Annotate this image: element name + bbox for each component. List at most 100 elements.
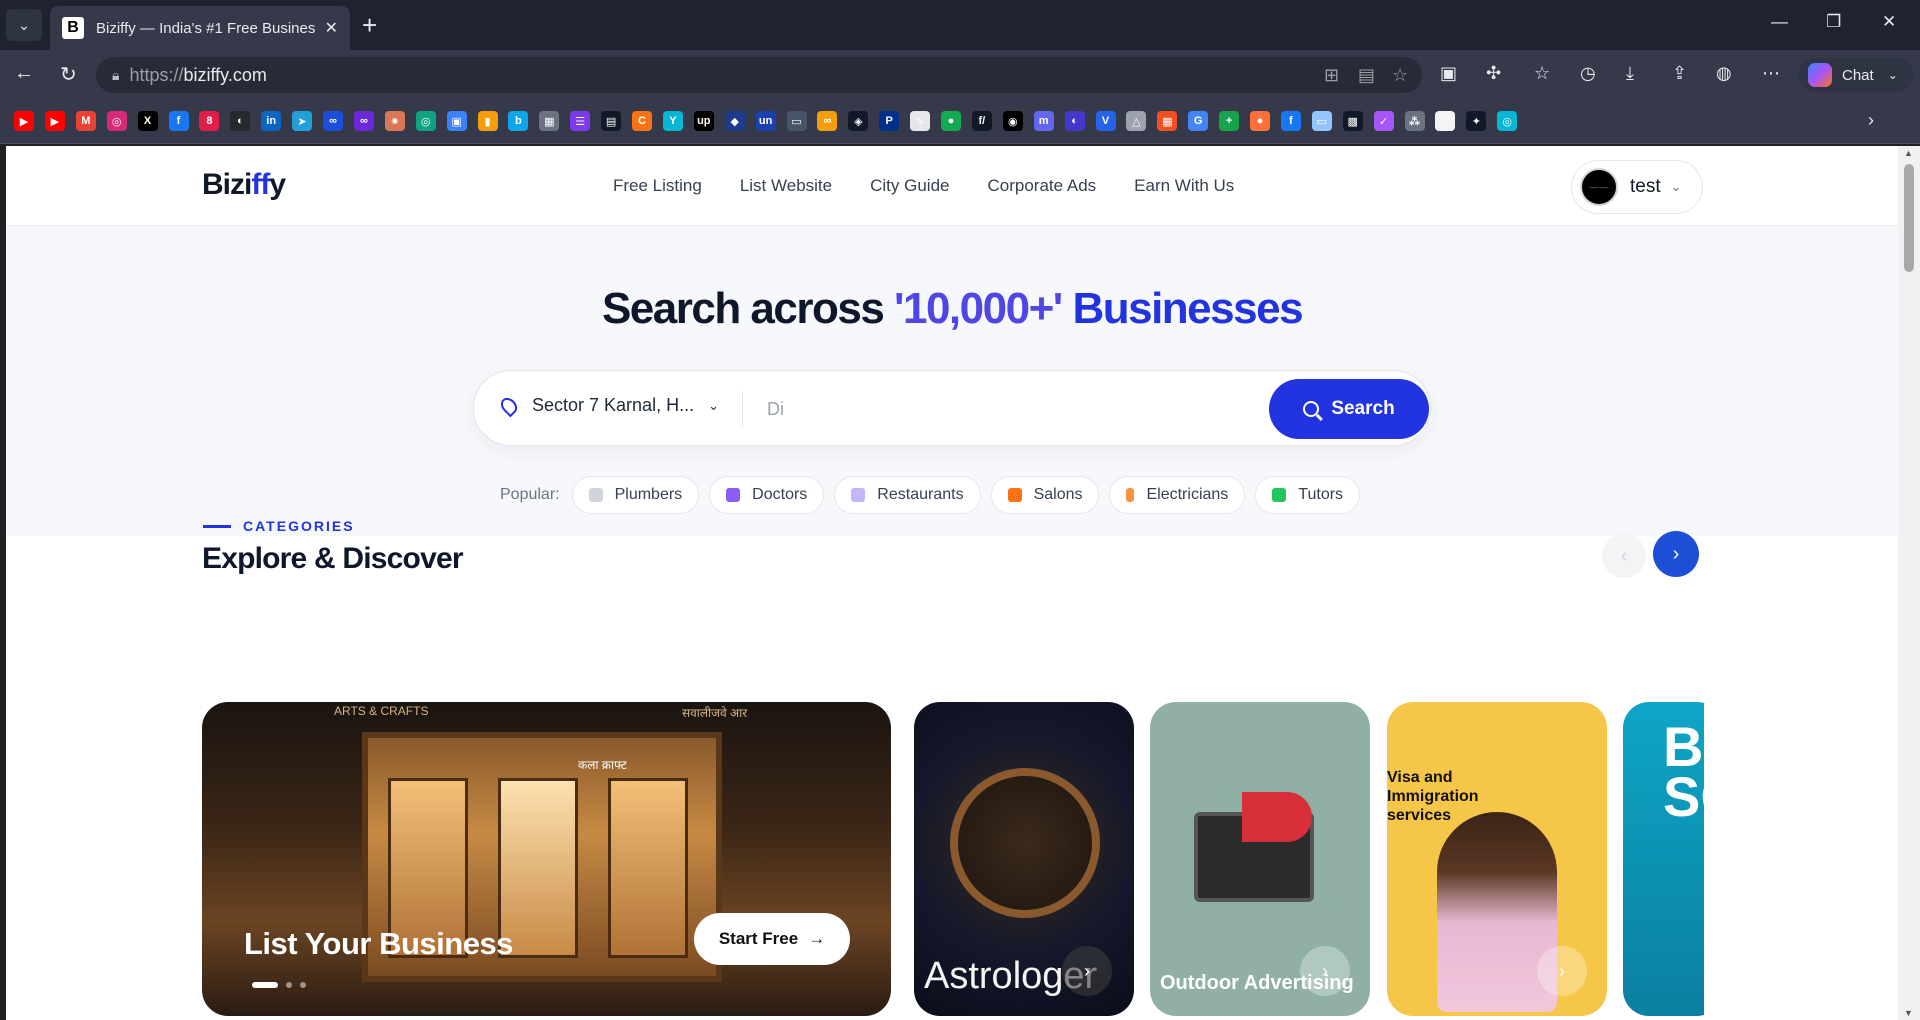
bookmark-icon[interactable]: △ [1435, 111, 1456, 131]
paypal-icon[interactable]: P [879, 111, 900, 131]
share-icon[interactable]: ⇪ [1672, 63, 1687, 84]
slide-dot[interactable] [300, 982, 306, 988]
location-selector[interactable]: Sector 7 Karnal, H... ⌄ [497, 394, 719, 417]
list-business-card[interactable]: कला क्राफ्ट ARTS & CRAFTS सवालीजवे आर Li… [202, 702, 891, 1016]
more-bookmarks-icon[interactable]: › [1868, 110, 1874, 131]
popular-chip-electricians[interactable]: Electricians [1109, 476, 1246, 514]
bookmark-icon[interactable]: ▩ [1342, 111, 1363, 131]
analytics-icon[interactable]: ▮ [477, 111, 498, 131]
bookmark-icon[interactable]: ✎ [910, 111, 931, 131]
instagram-icon[interactable]: ◎ [106, 111, 127, 131]
start-free-button[interactable]: Start Free → [694, 913, 850, 965]
bookmark-icon[interactable]: ▭ [1311, 111, 1332, 131]
search-button[interactable]: Search [1269, 379, 1429, 439]
carousel-prev-button[interactable]: ‹ [1602, 534, 1646, 578]
chevron-down-icon[interactable]: ⌄ [1888, 68, 1898, 82]
firefox-icon[interactable]: ● [1250, 111, 1270, 131]
copilot-chat-button[interactable]: Chat ⌄ [1798, 58, 1914, 92]
unstop-icon[interactable]: un [755, 111, 776, 131]
youtube-icon[interactable]: ▶ [14, 111, 34, 131]
facebook-icon[interactable]: f [1280, 111, 1301, 131]
bookmark-icon[interactable]: m [1033, 111, 1054, 131]
popular-chip-doctors[interactable]: Doctors [709, 476, 825, 514]
bookmark-icon[interactable]: ▦ [539, 111, 560, 131]
link-icon[interactable]: ∞ [353, 111, 374, 131]
bookmark-icon[interactable]: ◈ [848, 111, 869, 131]
extensions-puzzle-icon[interactable]: ✣ [1486, 63, 1501, 84]
google-icon[interactable]: G [1188, 111, 1209, 131]
category-card-partial[interactable]: BA SC [1623, 702, 1704, 1016]
bookmark-icon[interactable]: ∞ [817, 111, 838, 131]
biziffy-logo[interactable]: Biziffy [202, 168, 286, 202]
claude-icon[interactable]: ✷ [384, 111, 405, 131]
linkedin-icon[interactable]: in [261, 111, 282, 131]
bookmark-icon[interactable]: ✓ [1373, 111, 1394, 131]
more-options-icon[interactable]: ⋯ [1762, 63, 1780, 84]
page-scrollbar[interactable]: ▲ ▼ [1898, 146, 1920, 1020]
scroll-down-icon[interactable]: ▼ [1904, 1008, 1913, 1018]
scroll-up-icon[interactable]: ▲ [1904, 148, 1913, 158]
category-card-astrologer[interactable]: Astrologer › [914, 702, 1134, 1016]
popular-chip-tutors[interactable]: Tutors [1255, 476, 1361, 514]
bookmark-icon[interactable]: ◉ [1002, 111, 1023, 131]
telegram-icon[interactable]: ➤ [292, 111, 313, 131]
facebook-icon[interactable]: f [168, 111, 189, 131]
popular-chip-plumbers[interactable]: Plumbers [571, 476, 700, 514]
tab-actions-menu-icon[interactable]: ⌄ [6, 9, 42, 41]
chatgpt-icon[interactable]: ◎ [415, 111, 436, 131]
extension-icon[interactable]: ▣ [1440, 63, 1457, 84]
microsoft-icon[interactable]: ▦ [1157, 111, 1178, 131]
address-input[interactable]: 🔒︎ https:// biziffy.com ⊞ ▤ ☆ [96, 57, 1422, 93]
back-icon[interactable]: ← [14, 62, 34, 85]
refresh-icon[interactable]: ↻ [60, 62, 77, 87]
mongodb-icon[interactable]: ● [941, 111, 961, 131]
minimize-icon[interactable]: — [1771, 12, 1788, 32]
bookmark-icon[interactable]: ▭ [786, 111, 807, 131]
bookmark-icon[interactable]: ⁂ [1404, 111, 1425, 131]
bookmark-800-icon[interactable]: 8 [199, 111, 220, 131]
restore-icon[interactable]: ❐ [1826, 12, 1841, 32]
new-tab-icon[interactable]: + [362, 10, 377, 40]
site-info-icon[interactable]: 🔒︎ [112, 67, 119, 84]
browser-tab[interactable]: B Biziffy — India's #1 Free Business Dir… [50, 6, 350, 50]
bookmark-icon[interactable]: C [632, 111, 652, 131]
nav-free-listing[interactable]: Free Listing [613, 176, 702, 196]
x-icon[interactable]: X [137, 111, 158, 131]
bookmark-icon[interactable]: ☰ [570, 111, 591, 131]
downloads-icon[interactable]: ⤓ [1626, 63, 1634, 84]
tab-close-icon[interactable]: ✕ [325, 18, 338, 38]
youtube-icon[interactable]: ▶ [44, 111, 65, 131]
chevron-right-icon[interactable]: › [1537, 946, 1587, 996]
reader-mode-icon[interactable]: ▤ [1358, 65, 1375, 86]
nav-earn-with-us[interactable]: Earn With Us [1134, 176, 1234, 196]
slide-dot[interactable] [252, 982, 278, 988]
nav-corporate-ads[interactable]: Corporate Ads [987, 176, 1096, 196]
close-window-icon[interactable]: ✕ [1882, 12, 1896, 32]
meta-icon[interactable]: ∞ [323, 111, 343, 131]
popular-chip-restaurants[interactable]: Restaurants [834, 476, 981, 514]
category-card-outdoor-advertising[interactable]: Outdoor Advertising › [1150, 702, 1370, 1016]
github-icon[interactable]: ◐ [230, 111, 251, 131]
bookmark-icon[interactable]: ◎ [1497, 111, 1518, 131]
bookmark-icon[interactable]: f/ [971, 111, 992, 131]
search-input[interactable] [767, 391, 1247, 427]
scroll-thumb[interactable] [1904, 164, 1914, 272]
nav-city-guide[interactable]: City Guide [870, 176, 949, 196]
bookmark-icon[interactable]: ◐ [1064, 111, 1085, 131]
category-card-visa-immigration[interactable]: Visa and Immigration services › [1387, 702, 1607, 1016]
nav-list-website[interactable]: List Website [740, 176, 832, 196]
history-icon[interactable]: ◷ [1580, 63, 1596, 84]
bookmark-icon[interactable]: ▣ [446, 111, 467, 131]
bookmark-icon[interactable]: ▤ [601, 111, 622, 131]
favorite-star-icon[interactable]: ☆ [1392, 65, 1408, 86]
slide-dot[interactable] [286, 982, 292, 988]
bookmark-icon[interactable]: ◆ [724, 111, 745, 131]
bookmark-icon[interactable]: △ [1126, 111, 1147, 131]
carousel-next-button[interactable]: › [1653, 531, 1699, 577]
favorites-icon[interactable]: ☆ [1534, 63, 1550, 84]
user-menu-button[interactable]: —·— test ⌄ [1571, 160, 1703, 214]
bookmark-icon[interactable]: V [1095, 111, 1116, 131]
bookmark-icon[interactable]: Y [662, 111, 683, 131]
chevron-right-icon[interactable]: › [1062, 946, 1112, 996]
bookmark-icon[interactable]: ✦ [1466, 111, 1487, 131]
